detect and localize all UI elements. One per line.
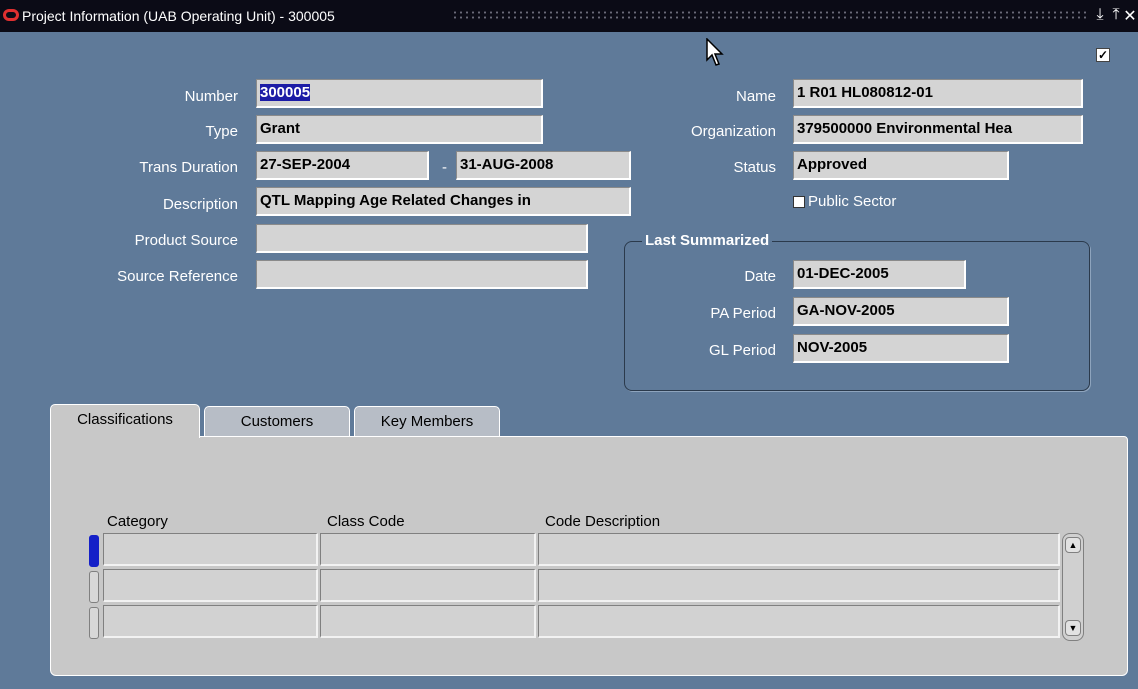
category-cell[interactable]	[103, 569, 318, 602]
oracle-logo-icon	[3, 9, 19, 21]
code-description-cell[interactable]	[538, 569, 1060, 602]
column-header-class-code: Class Code	[327, 513, 405, 530]
window-title: Project Information (UAB Operating Unit)…	[22, 8, 335, 24]
tab-classifications[interactable]: Classifications	[50, 404, 200, 438]
gl-period-field[interactable]: NOV-2005	[793, 334, 1009, 363]
trans-duration-label: Trans Duration	[139, 159, 238, 176]
type-label: Type	[205, 123, 238, 140]
class-code-cell[interactable]	[320, 569, 536, 602]
pa-period-field[interactable]: GA-NOV-2005	[793, 297, 1009, 326]
product-source-label: Product Source	[134, 232, 238, 249]
titlebar-grip[interactable]	[452, 10, 1088, 20]
window-titlebar[interactable]: Project Information (UAB Operating Unit)…	[0, 0, 1138, 32]
name-field[interactable]: 1 R01 HL080812-01	[793, 79, 1083, 108]
class-code-cell[interactable]	[320, 533, 536, 566]
mouse-cursor-icon	[706, 38, 724, 66]
organization-field[interactable]: 379500000 Environmental Hea	[793, 115, 1083, 144]
status-field[interactable]: Approved	[793, 151, 1009, 180]
summary-date-label: Date	[744, 268, 776, 285]
class-code-cell[interactable]	[320, 605, 536, 638]
product-source-field[interactable]	[256, 224, 588, 253]
column-header-category: Category	[107, 513, 168, 530]
window-checkbox[interactable]: ✓	[1096, 48, 1110, 62]
scroll-up-icon[interactable]: ▲	[1065, 537, 1081, 553]
code-description-cell[interactable]	[538, 605, 1060, 638]
public-sector-label[interactable]: Public Sector	[808, 193, 896, 210]
source-reference-label: Source Reference	[117, 268, 238, 285]
scroll-down-icon[interactable]: ▼	[1065, 620, 1081, 636]
tab-key-members[interactable]: Key Members	[354, 406, 500, 438]
category-cell[interactable]	[103, 605, 318, 638]
code-description-cell[interactable]	[538, 533, 1060, 566]
table-scrollbar[interactable]: ▲ ▼	[1062, 533, 1084, 641]
source-reference-field[interactable]	[256, 260, 588, 289]
row-indicator-current[interactable]	[89, 535, 99, 567]
close-icon[interactable]: ✕	[1122, 6, 1138, 26]
last-summarized-title: Last Summarized	[642, 232, 773, 249]
row-indicator[interactable]	[89, 607, 99, 639]
summary-date-field[interactable]: 01-DEC-2005	[793, 260, 966, 289]
description-field[interactable]: QTL Mapping Age Related Changes in	[256, 187, 631, 216]
column-header-code-description: Code Description	[545, 513, 661, 530]
number-value: 300005	[260, 84, 311, 101]
project-information-window: ✓ Number 300005 Type Grant Trans Duratio…	[8, 32, 1130, 682]
status-label: Status	[733, 159, 776, 176]
number-field[interactable]: 300005	[256, 79, 543, 108]
category-cell[interactable]	[103, 533, 318, 566]
pa-period-label: PA Period	[710, 305, 776, 322]
number-label: Number	[184, 88, 238, 105]
trans-start-date-field[interactable]: 27-SEP-2004	[256, 151, 429, 180]
type-field[interactable]: Grant	[256, 115, 543, 144]
organization-label: Organization	[690, 123, 776, 140]
classifications-panel: Category Class Code Code Description ▲ ▼	[50, 436, 1128, 676]
row-indicator[interactable]	[89, 571, 99, 603]
minimize-icon[interactable]: ⤓	[1092, 6, 1108, 24]
description-label: Description	[162, 196, 238, 213]
tab-customers[interactable]: Customers	[204, 406, 350, 438]
trans-end-date-field[interactable]: 31-AUG-2008	[456, 151, 631, 180]
public-sector-checkbox[interactable]	[793, 196, 805, 208]
trans-duration-dash: -	[442, 159, 447, 176]
gl-period-label: GL Period	[709, 342, 776, 359]
name-label: Name	[735, 88, 776, 105]
